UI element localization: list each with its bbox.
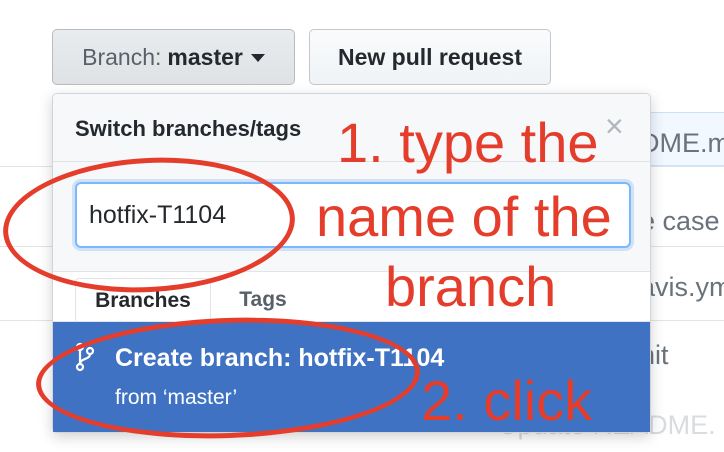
caret-down-icon [250,54,265,62]
close-icon[interactable]: × [605,110,624,142]
current-branch-name: master [167,43,243,70]
new-pull-request-button[interactable]: New pull request [309,29,551,85]
tab-tags[interactable]: Tags [213,280,313,320]
annotation-step2: 2. click [421,369,593,432]
commit-message-fragment: e case [640,206,720,236]
annotation-step1-line3: branch [385,255,557,318]
annotation-step1-line1: 1. type the [337,111,599,174]
branch-selector-button[interactable]: Branch: master [52,29,295,85]
file-name-fragment: avis.ym [640,272,724,302]
file-name-fragment: DME.m [640,128,724,158]
annotation-step1-line2: name of the [316,185,612,248]
dropdown-title: Switch branches/tags [75,116,302,141]
branch-prefix-label: Branch: [82,43,162,70]
